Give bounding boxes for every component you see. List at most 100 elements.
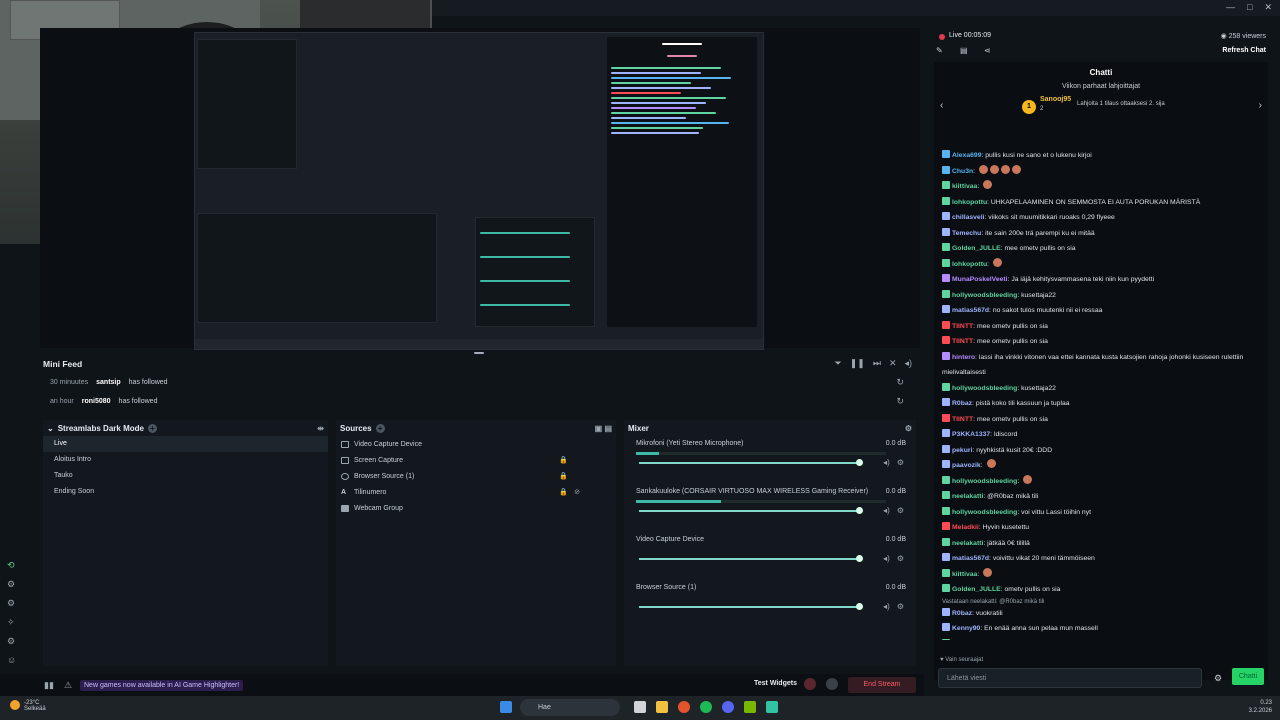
- chat-username[interactable]: hollywoodsbleeding: [952, 509, 1017, 516]
- maximize-icon[interactable]: □: [1247, 2, 1252, 13]
- chat-username[interactable]: lohkopottu: [952, 199, 987, 206]
- volume-slider[interactable]: [639, 606, 857, 608]
- chat-username[interactable]: R0baz: [952, 400, 972, 407]
- chat-username[interactable]: Meladkii: [952, 524, 979, 531]
- weather-widget[interactable]: -23°C Selkeää: [10, 700, 46, 712]
- minimize-icon[interactable]: —: [1226, 2, 1235, 13]
- chat-username[interactable]: hollywoodsbleeding: [952, 478, 1017, 485]
- pause-icon[interactable]: ❚❚: [850, 358, 865, 369]
- browser-icon[interactable]: [678, 701, 690, 713]
- chat-input[interactable]: Lähetä viesti: [938, 668, 1202, 688]
- speaker-icon[interactable]: ◂): [883, 554, 890, 563]
- volume-slider[interactable]: [639, 462, 857, 464]
- scene-item[interactable]: Tauko: [43, 468, 328, 484]
- speaker-icon[interactable]: ◂): [883, 506, 890, 515]
- edit-icon[interactable]: ✎: [936, 46, 943, 55]
- discord-icon[interactable]: [722, 701, 734, 713]
- alert-icon[interactable]: ⚠: [64, 680, 72, 691]
- collapse-icon[interactable]: ⌄: [47, 424, 54, 433]
- chat-username[interactable]: kiittivaa: [952, 571, 977, 578]
- system-clock[interactable]: 0.23 3.2.2026: [1249, 699, 1272, 715]
- dashboard-icon[interactable]: ▤: [960, 46, 968, 55]
- gear-icon[interactable]: ⚙: [897, 554, 904, 563]
- send-chat-button[interactable]: Chatti: [1232, 668, 1264, 685]
- source-tools-icon[interactable]: ▣ ▤: [595, 424, 612, 433]
- lock-icon[interactable]: 🔒: [559, 456, 568, 464]
- filter-icon[interactable]: ⏷: [835, 358, 842, 369]
- chat-settings-icon[interactable]: ⚙: [1214, 673, 1222, 684]
- apps-icon[interactable]: ⚙: [7, 598, 17, 608]
- stream-preview[interactable]: [40, 28, 920, 350]
- mixer-settings-icon[interactable]: ⚙: [905, 424, 912, 433]
- spotify-icon[interactable]: [700, 701, 712, 713]
- skip-icon[interactable]: ⏭: [873, 358, 881, 369]
- chat-username[interactable]: matias567d: [952, 307, 989, 314]
- chat-username[interactable]: hollywoodsbleeding: [952, 385, 1017, 392]
- chat-username[interactable]: neelakatti: [952, 540, 983, 547]
- volume-knob[interactable]: [856, 459, 863, 466]
- chat-username[interactable]: pekuri: [952, 447, 972, 454]
- chat-username[interactable]: TIINTT: [952, 323, 973, 330]
- chat-username[interactable]: matias567d: [952, 555, 989, 562]
- replay-buffer-icon[interactable]: [826, 678, 838, 690]
- volume-knob[interactable]: [856, 507, 863, 514]
- taskbar-search[interactable]: Hae: [520, 699, 620, 716]
- start-icon[interactable]: [500, 701, 512, 713]
- scene-collection-title[interactable]: Streamlabs Dark Mode: [58, 424, 144, 433]
- lock-icon[interactable]: 🔒: [559, 488, 568, 496]
- chat-username[interactable]: Golden_JULLE: [952, 245, 1001, 252]
- highlighter-notice[interactable]: New games now available in AI Game Highl…: [80, 679, 244, 691]
- transition-icon[interactable]: ⇹: [317, 424, 324, 433]
- streamlabs-icon[interactable]: [766, 701, 778, 713]
- source-item[interactable]: Browser Source (1) 🔒: [336, 468, 616, 484]
- source-item[interactable]: Video Capture Device: [336, 436, 616, 452]
- scene-item[interactable]: Ending Soon: [43, 484, 328, 500]
- chat-username[interactable]: TIINTT: [952, 416, 973, 423]
- record-icon[interactable]: [804, 678, 816, 690]
- theme-icon[interactable]: ✧: [7, 617, 17, 627]
- lock-icon[interactable]: 🔒: [559, 472, 568, 480]
- studio-icon[interactable]: ⚙: [7, 579, 17, 589]
- volume-knob[interactable]: [856, 555, 863, 562]
- chat-username[interactable]: TIINTT: [952, 338, 973, 345]
- chat-username[interactable]: hintero: [952, 354, 975, 361]
- source-item[interactable]: Webcam Group: [336, 500, 616, 516]
- chat-username[interactable]: neelakatti: [952, 493, 983, 500]
- hidden-icon[interactable]: ⊘: [574, 488, 580, 496]
- stats-icon[interactable]: ▮▮: [44, 680, 54, 691]
- chat-username[interactable]: lohkopottu: [952, 261, 987, 268]
- prev-arrow-icon[interactable]: ‹: [940, 100, 943, 111]
- chat-username[interactable]: Temechu: [952, 230, 981, 237]
- end-stream-button[interactable]: End Stream: [848, 677, 916, 693]
- chat-username[interactable]: Golden_JULLE: [952, 586, 1001, 593]
- close-icon[interactable]: ✕: [1264, 2, 1272, 13]
- chat-username[interactable]: MunaPoskelVeeti: [952, 276, 1008, 283]
- gear-icon[interactable]: ⚙: [897, 458, 904, 467]
- add-source-icon[interactable]: +: [375, 423, 385, 433]
- scene-item[interactable]: Aloitus Intro: [43, 452, 328, 468]
- refresh-chat-button[interactable]: Refresh Chat: [1222, 47, 1266, 54]
- highlighter-icon[interactable]: ⟲: [7, 560, 17, 570]
- gifter-name[interactable]: Sanooj95: [1040, 96, 1071, 103]
- chat-username[interactable]: hollywoodsbleeding: [952, 292, 1017, 299]
- volume-slider[interactable]: [639, 558, 857, 560]
- speaker-icon[interactable]: ◂): [883, 602, 890, 611]
- test-widgets-button[interactable]: Test Widgets: [754, 680, 797, 687]
- gear-icon[interactable]: ⚙: [897, 602, 904, 611]
- replay-icon[interactable]: ↻: [896, 396, 904, 407]
- volume-icon[interactable]: ◂): [904, 358, 912, 369]
- replay-icon[interactable]: ↻: [896, 377, 904, 388]
- source-item[interactable]: Screen Capture 🔒: [336, 452, 616, 468]
- volume-knob[interactable]: [856, 603, 863, 610]
- add-scene-icon[interactable]: +: [147, 423, 157, 433]
- profile-icon[interactable]: ☺: [7, 655, 17, 665]
- source-item[interactable]: A Tilinumero 🔒 ⊘: [336, 484, 616, 500]
- chat-username[interactable]: R0baz: [952, 610, 972, 617]
- gear-icon[interactable]: ⚙: [897, 506, 904, 515]
- task-view-icon[interactable]: [634, 701, 646, 713]
- chat-username[interactable]: Alexa699: [952, 152, 981, 159]
- mute-icon[interactable]: ✕: [889, 358, 897, 369]
- chat-username[interactable]: Chu3n: [952, 168, 973, 175]
- chat-username[interactable]: kiittivaa: [952, 183, 977, 190]
- volume-slider[interactable]: [639, 510, 857, 512]
